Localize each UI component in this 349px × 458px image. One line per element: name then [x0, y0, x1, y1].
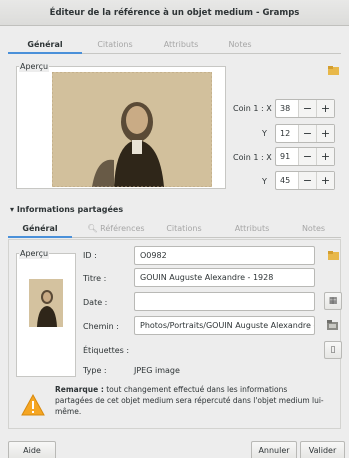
tab-citations[interactable]: Citations	[82, 36, 148, 54]
cancel-button[interactable]: Annuler	[251, 441, 297, 458]
media-preview-legend: Aperçu	[19, 249, 50, 259]
minus-button[interactable]: −	[298, 172, 316, 189]
plus-button[interactable]: +	[316, 148, 334, 165]
corner2-x-spinner[interactable]: 91 − +	[275, 147, 335, 166]
media-preview-frame	[16, 253, 76, 377]
plus-button[interactable]: +	[316, 172, 334, 189]
minus-button[interactable]: −	[298, 148, 316, 165]
media-thumbnail[interactable]	[29, 279, 63, 327]
search-icon: 🔍︎	[87, 224, 101, 233]
shared-tab-general[interactable]: Général	[8, 220, 72, 238]
id-label: ID :	[83, 251, 97, 260]
shared-tab-citations[interactable]: Citations	[150, 220, 218, 238]
calendar-icon: ▦	[328, 296, 338, 306]
type-value: JPEG image	[134, 366, 180, 375]
corner1-x-value[interactable]: 38	[276, 100, 298, 117]
ok-button[interactable]: Valider	[300, 441, 345, 458]
tab-attributes[interactable]: Attributs	[148, 36, 214, 54]
tab-notes[interactable]: Notes	[214, 36, 266, 54]
corner2-y-value[interactable]: 45	[276, 172, 298, 189]
open-folder-icon[interactable]	[328, 66, 340, 75]
preview-legend: Aperçu	[19, 62, 50, 72]
open-folder-icon[interactable]	[328, 251, 340, 260]
plus-button[interactable]: +	[316, 100, 334, 117]
tags-label: Étiquettes :	[83, 346, 130, 355]
top-tab-bar: Général Citations Attributs Notes	[8, 36, 341, 54]
path-label: Chemin :	[83, 322, 119, 331]
edit-tags-button[interactable]: ▯	[324, 341, 342, 359]
title-field[interactable]: GOUIN Auguste Alexandre - 1928	[134, 268, 315, 287]
date-label: Date :	[83, 298, 108, 307]
window-title: Éditeur de la référence à un objet mediu…	[0, 0, 349, 26]
type-label: Type :	[83, 366, 107, 375]
tag-icon: ▯	[330, 345, 336, 355]
minus-button[interactable]: −	[298, 125, 316, 142]
corner2-y-label: Y	[262, 177, 267, 186]
tab-general[interactable]: Général	[8, 36, 82, 54]
plus-button[interactable]: +	[316, 125, 334, 142]
warning-icon	[21, 393, 45, 416]
path-field[interactable]: Photos/Portraits/GOUIN Auguste Alexandre…	[134, 316, 315, 335]
folder-browse-icon[interactable]	[327, 320, 339, 330]
date-field[interactable]	[134, 292, 315, 311]
shared-info-expander[interactable]: ▾ Informations partagées	[10, 205, 123, 214]
preview-photo[interactable]	[52, 72, 212, 187]
preview-frame	[16, 66, 226, 189]
shared-info-label: Informations partagées	[16, 205, 124, 214]
corner1-y-label: Y	[262, 129, 267, 138]
shared-tab-bar: Général 🔍︎ Références Citations Attribut…	[8, 220, 341, 238]
warning-note: Remarque : tout changement effectué dans…	[55, 384, 325, 417]
corner1-x-label: Coin 1 : X	[233, 104, 272, 113]
corner2-x-value[interactable]: 91	[276, 148, 298, 165]
corner1-y-spinner[interactable]: 12 − +	[275, 124, 335, 143]
shared-tab-attributes[interactable]: Attributs	[218, 220, 286, 238]
id-field[interactable]: O0982	[134, 246, 315, 265]
help-button[interactable]: Aide	[8, 441, 56, 458]
corner2-y-spinner[interactable]: 45 − +	[275, 171, 335, 190]
tags-value	[134, 341, 315, 357]
title-label: Titre :	[83, 274, 107, 283]
corner1-x-spinner[interactable]: 38 − +	[275, 99, 335, 118]
date-editor-button[interactable]: ▦	[324, 292, 342, 310]
corner1-y-value[interactable]: 12	[276, 125, 298, 142]
warning-note-bold: Remarque :	[55, 385, 104, 394]
shared-tab-notes[interactable]: Notes	[286, 220, 341, 238]
minus-button[interactable]: −	[298, 100, 316, 117]
expander-arrow-icon: ▾	[10, 205, 15, 214]
corner2-x-label: Coin 1 : X	[233, 153, 272, 162]
shared-tab-references[interactable]: 🔍︎ Références	[72, 220, 150, 238]
references-label: Références	[100, 224, 145, 233]
